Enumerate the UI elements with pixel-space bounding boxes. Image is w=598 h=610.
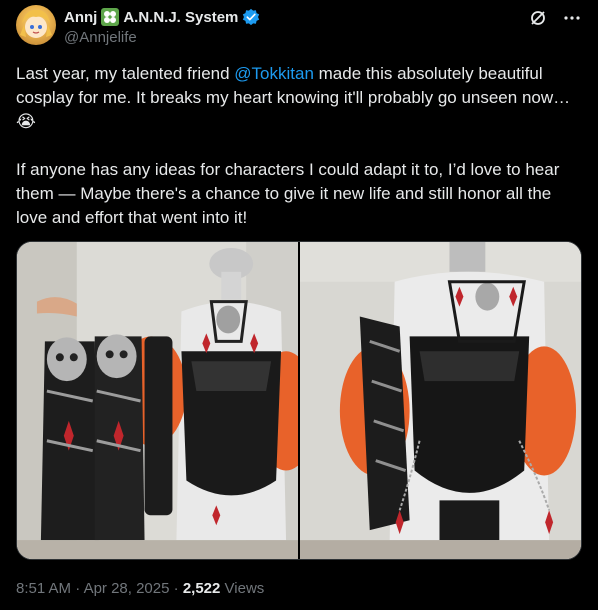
tweet-text-part1: Last year, my talented friend bbox=[16, 64, 235, 83]
views-count: 2,522 bbox=[182, 580, 221, 597]
photo-right[interactable] bbox=[300, 242, 581, 559]
mention-link[interactable]: @Tokkitan bbox=[234, 64, 314, 83]
cosplay-photo-image bbox=[300, 242, 581, 559]
display-name[interactable]: Annj bbox=[64, 9, 97, 26]
tweet-meta: 8:51 AM · Apr 28, 2025 · 2,522 Views bbox=[16, 580, 264, 597]
four-leaf-clover-icon bbox=[101, 8, 120, 26]
tweet-text-part3: If anyone has any ideas for characters I… bbox=[16, 160, 560, 227]
avatar-anime-icon bbox=[20, 9, 52, 38]
meta-separator: · bbox=[75, 580, 81, 597]
meta-separator: · bbox=[173, 580, 179, 597]
tweet-card: Annj A.N.N.J. System @Annjelife Last yea… bbox=[0, 0, 598, 610]
handle[interactable]: @Annjelife bbox=[64, 29, 137, 46]
more-options-icon[interactable] bbox=[562, 8, 582, 28]
name-row: Annj A.N.N.J. System bbox=[64, 8, 260, 26]
verified-badge-icon bbox=[243, 8, 260, 26]
avatar[interactable] bbox=[16, 5, 56, 45]
tweet-text: Last year, my talented friend @Tokkitan … bbox=[16, 62, 576, 230]
media-grid bbox=[16, 241, 582, 560]
cosplay-photo-image bbox=[17, 242, 298, 559]
grok-icon[interactable] bbox=[528, 8, 548, 28]
views-label: Views bbox=[224, 580, 265, 597]
photo-left[interactable] bbox=[17, 242, 298, 559]
tweet-time[interactable]: 8:51 AM bbox=[16, 580, 71, 597]
tweet-date[interactable]: Apr 28, 2025 bbox=[84, 580, 170, 597]
crying-emoji: 😭 bbox=[16, 112, 36, 131]
top-actions bbox=[528, 8, 582, 28]
system-label[interactable]: A.N.N.J. System bbox=[123, 9, 238, 26]
